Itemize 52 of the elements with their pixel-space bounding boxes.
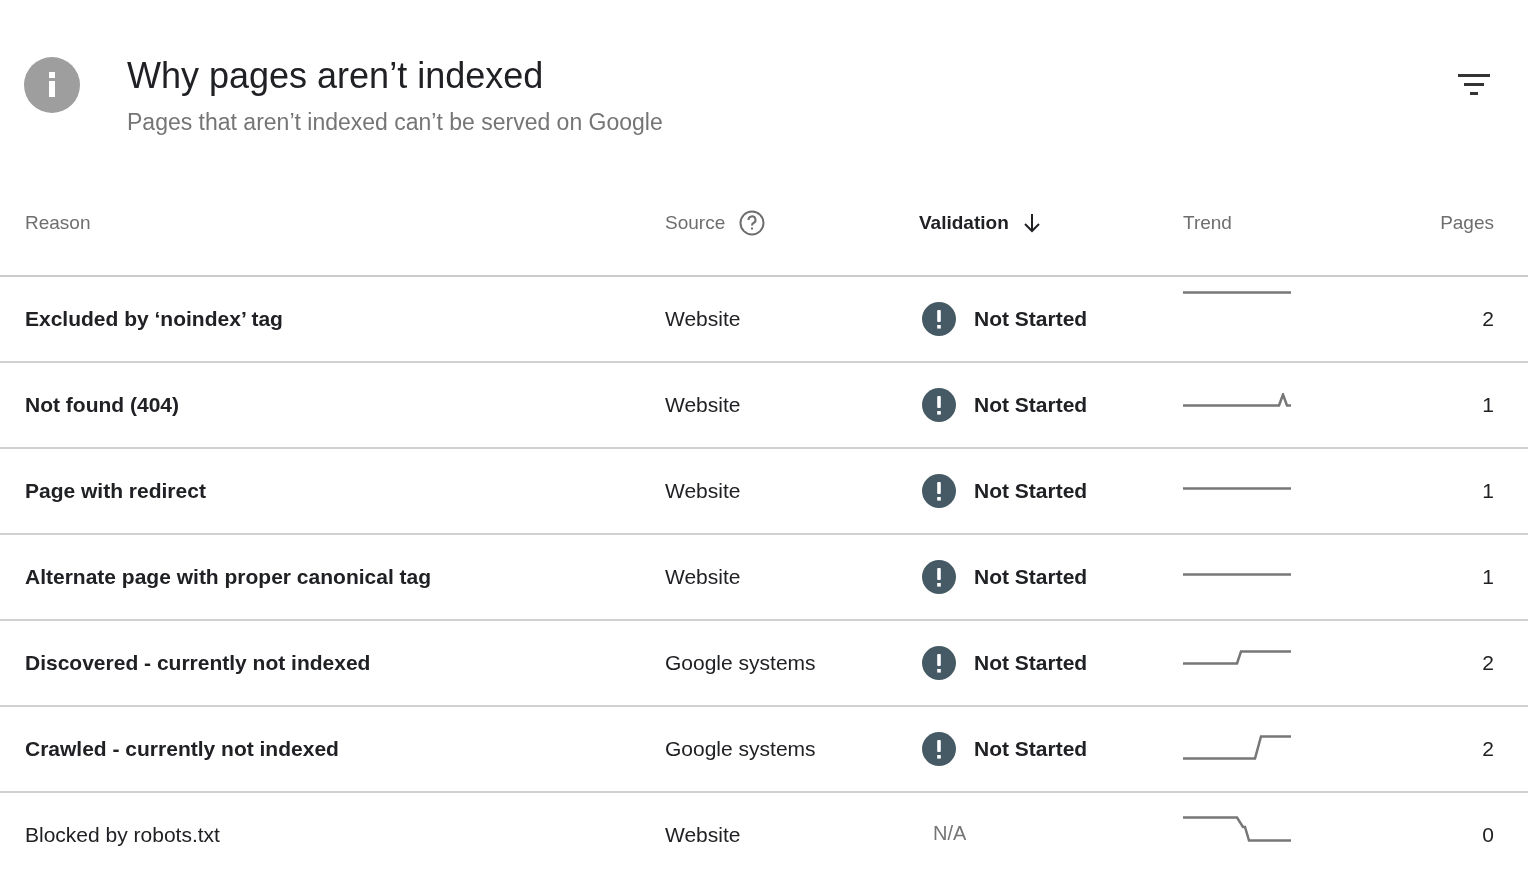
- validation-status: Not Started: [974, 737, 1088, 761]
- reason-cell: Discovered - currently not indexed: [25, 651, 371, 675]
- column-header: Trend: [1183, 211, 1232, 234]
- filter-icon: [1458, 74, 1490, 96]
- validation-status: Not Started: [974, 393, 1088, 417]
- pages-count: 1: [1482, 565, 1494, 589]
- reason-cell: Blocked by robots.txt: [25, 823, 220, 847]
- validation-status: N/A: [932, 821, 967, 845]
- column-header[interactable]: Validation: [919, 211, 1009, 234]
- validation-status: Not Started: [974, 651, 1088, 675]
- table-row[interactable]: Page with redirect Website Not Started 1: [0, 449, 1528, 535]
- validation-status: Not Started: [974, 479, 1088, 503]
- pages-count: 0: [1482, 823, 1494, 847]
- source-cell: Website: [665, 307, 741, 331]
- exclamation-icon: [922, 388, 956, 422]
- pages-count: 2: [1482, 307, 1494, 331]
- table-row[interactable]: Discovered - currently not indexed Google systems Not Started 2: [0, 621, 1528, 707]
- sort-down-arrow-icon[interactable]: [1022, 212, 1041, 233]
- table-row[interactable]: Not found (404) Website Not Started 1: [0, 363, 1528, 449]
- exclamation-icon: [922, 474, 956, 508]
- reason-cell: Page with redirect: [25, 479, 206, 503]
- reason-cell: Crawled - currently not indexed: [25, 737, 339, 761]
- exclamation-icon: [922, 732, 956, 766]
- pages-count: 1: [1482, 393, 1494, 417]
- source-cell: Website: [665, 479, 741, 503]
- reason-cell: Not found (404): [25, 393, 179, 417]
- exclamation-icon: [922, 302, 956, 336]
- pages-count: 2: [1482, 737, 1494, 761]
- table-row[interactable]: Alternate page with proper canonical tag Website Not Started 1: [0, 535, 1528, 621]
- help-icon[interactable]: [739, 209, 766, 236]
- exclamation-icon: [922, 646, 956, 680]
- validation-status: Not Started: [974, 565, 1088, 589]
- source-cell: Website: [665, 393, 741, 417]
- pages-count: 1: [1482, 479, 1494, 503]
- source-cell: Google systems: [665, 737, 816, 761]
- column-header: Source: [665, 211, 726, 234]
- table-row[interactable]: Blocked by robots.txt Website N/A 0: [0, 793, 1528, 874]
- source-cell: Website: [665, 565, 741, 589]
- table-row[interactable]: Crawled - currently not indexed Google systems Not Started 2: [0, 707, 1528, 793]
- table-row[interactable]: Excluded by ‘noindex’ tag Website Not Started 2: [0, 277, 1528, 363]
- column-header: Reason: [25, 211, 91, 234]
- source-cell: Google systems: [665, 651, 816, 675]
- pages-count: 2: [1482, 651, 1494, 675]
- column-header: Pages: [1440, 211, 1494, 234]
- source-cell: Website: [665, 823, 741, 847]
- validation-status: Not Started: [974, 307, 1088, 331]
- card-title: Why pages aren’t indexed: [127, 56, 545, 96]
- card-subtitle: Pages that aren’t indexed can’t be served on Google: [127, 108, 664, 136]
- info-icon: [24, 57, 80, 113]
- reason-cell: Alternate page with proper canonical tag: [25, 565, 432, 589]
- reason-cell: Excluded by ‘noindex’ tag: [25, 307, 283, 331]
- exclamation-icon: [922, 560, 956, 594]
